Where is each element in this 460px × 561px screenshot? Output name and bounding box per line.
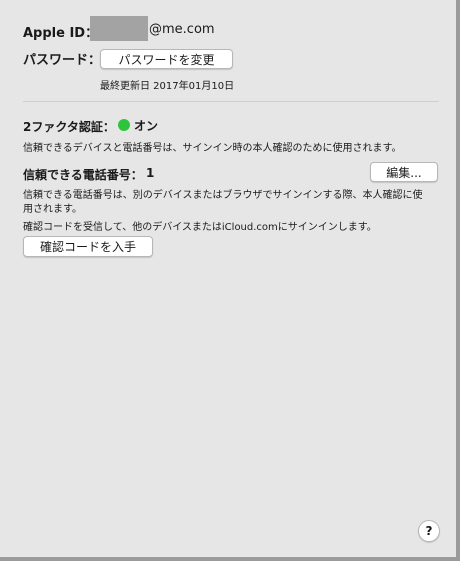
redacted-apple-id bbox=[90, 16, 148, 41]
trusted-numbers-title: 信頼できる電話番号： bbox=[23, 168, 143, 182]
two-factor-status-text: オン bbox=[134, 119, 159, 133]
two-factor-status: オン bbox=[118, 117, 158, 134]
section-divider bbox=[23, 101, 439, 102]
trusted-numbers-description-line1: 信頼できる電話番号は、別のデバイスまたはブラウザでサインインする際、本人確認に使 bbox=[23, 190, 423, 201]
trusted-numbers-count: 1 bbox=[146, 166, 155, 180]
get-verification-code-button[interactable]: 確認コードを入手 bbox=[23, 236, 153, 257]
apple-id-label: Apple ID： bbox=[23, 26, 99, 41]
password-label: パスワード： bbox=[23, 53, 102, 68]
two-factor-description: 信頼できるデバイスと電話番号は、サインイン時の本人確認のために使用されます。 bbox=[23, 143, 402, 154]
last-updated-text: 最終更新日 2017年01月10日 bbox=[100, 81, 235, 92]
trusted-numbers-description-line2: 用されます。 bbox=[23, 204, 82, 215]
help-icon: ? bbox=[425, 524, 433, 538]
verification-description: 確認コードを受信して、他のデバイスまたはiCloud.comにサインインします。 bbox=[23, 222, 377, 233]
help-button[interactable]: ? bbox=[418, 520, 440, 542]
two-factor-title: 2ファクタ認証： bbox=[23, 120, 115, 134]
apple-id-settings-panel: Apple ID： @me.com パスワード： パスワードを変更 最終更新日 … bbox=[0, 0, 460, 561]
change-password-button[interactable]: パスワードを変更 bbox=[100, 49, 233, 69]
apple-id-domain: @me.com bbox=[149, 22, 215, 37]
edit-numbers-button[interactable]: 編集... bbox=[370, 162, 438, 182]
status-on-icon bbox=[118, 119, 130, 131]
